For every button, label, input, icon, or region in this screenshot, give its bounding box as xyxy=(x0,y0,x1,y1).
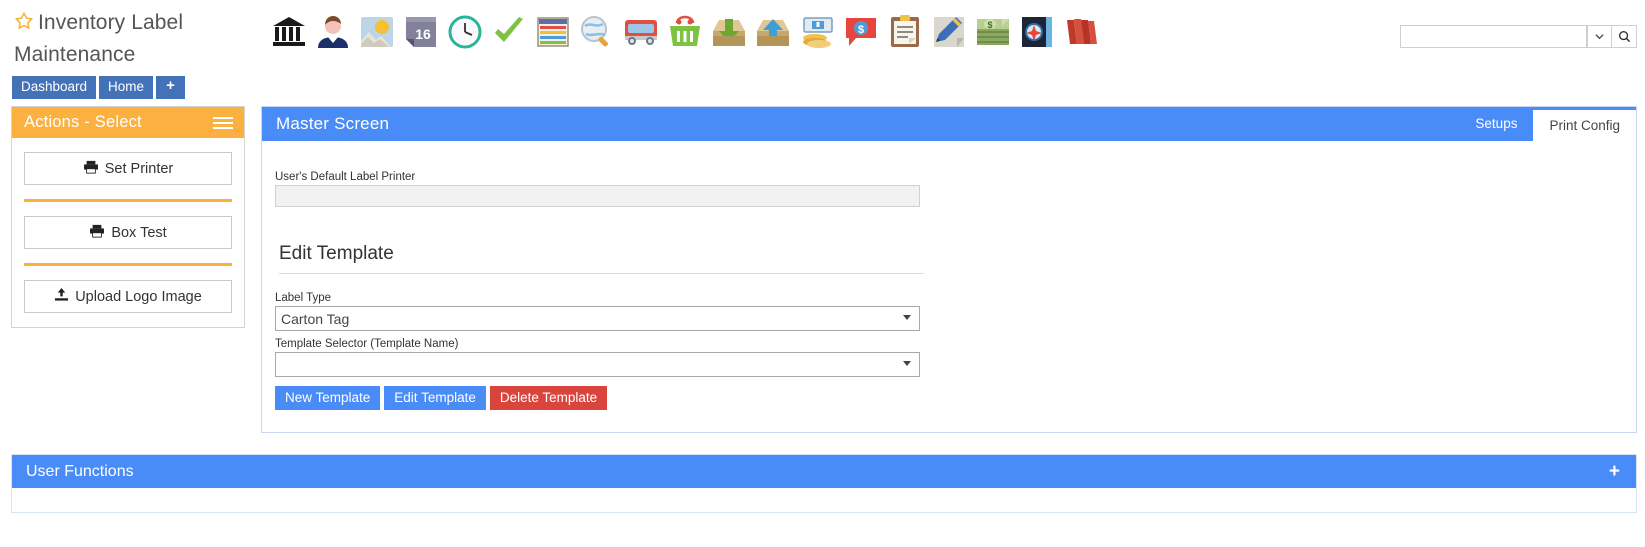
page-root: Inventory Label Maintenance 16 $ $ Dashb… xyxy=(0,0,1645,547)
set-printer-label: Set Printer xyxy=(104,160,174,177)
search-globe-icon[interactable] xyxy=(579,14,615,50)
label-type-label: Label Type xyxy=(275,292,332,304)
compass-book-icon[interactable] xyxy=(1019,14,1055,50)
template-selector-label: Template Selector (Template Name) xyxy=(275,338,459,350)
actions-divider-2 xyxy=(24,263,232,266)
truck-icon[interactable] xyxy=(623,14,659,50)
nav-tab-add-button[interactable]: + xyxy=(156,76,185,99)
master-screen-body: User's Default Label Printer Edit Templa… xyxy=(262,141,1636,410)
top-bar: Inventory Label Maintenance 16 $ $ Dashb… xyxy=(0,0,1645,99)
template-button-row: New Template Edit Template Delete Templa… xyxy=(275,386,1636,410)
box-test-label: Box Test xyxy=(111,224,167,241)
nav-tabs: Dashboard Home + xyxy=(12,76,185,99)
hamburger-icon[interactable] xyxy=(213,116,233,129)
checkmark-icon[interactable] xyxy=(491,14,527,50)
default-printer-input[interactable] xyxy=(275,185,920,207)
printer-icon xyxy=(89,224,105,242)
tab-setups[interactable]: Setups xyxy=(1459,107,1533,141)
outbox-upload-icon[interactable] xyxy=(755,14,791,50)
template-selector-wrap xyxy=(275,352,920,377)
bank-icon[interactable] xyxy=(271,14,307,50)
upload-logo-image-button[interactable]: Upload Logo Image xyxy=(24,280,232,313)
search-box xyxy=(1400,25,1637,48)
edit-template-button[interactable]: Edit Template xyxy=(384,386,486,410)
user-functions-panel: User Functions + xyxy=(11,454,1637,513)
star-icon xyxy=(14,10,34,40)
user-functions-body xyxy=(12,488,1636,512)
actions-panel: Actions - Select Set Printer Box Test Up… xyxy=(11,106,245,328)
actions-panel-body: Set Printer Box Test Upload Logo Image xyxy=(12,138,244,327)
red-books-icon[interactable] xyxy=(1063,14,1099,50)
label-type-select-wrap: Carton Tag xyxy=(275,306,920,331)
user-functions-header: User Functions + xyxy=(12,455,1636,488)
actions-panel-header: Actions - Select xyxy=(12,107,244,138)
search-input[interactable] xyxy=(1400,25,1587,48)
tab-print-config[interactable]: Print Config xyxy=(1533,110,1636,141)
edit-template-heading: Edit Template xyxy=(279,243,394,264)
pencil-edit-icon[interactable] xyxy=(931,14,967,50)
cash-payment-icon[interactable] xyxy=(799,14,835,50)
price-tag-dollar-icon[interactable]: $ xyxy=(843,14,879,50)
nav-tab-home[interactable]: Home xyxy=(99,76,154,99)
default-printer-label: User's Default Label Printer xyxy=(275,171,416,183)
page-title-text: Inventory Label Maintenance xyxy=(14,11,184,66)
upload-icon xyxy=(54,287,69,306)
upload-logo-image-label: Upload Logo Image xyxy=(75,288,202,305)
svg-text:$: $ xyxy=(987,20,992,30)
user-functions-title: User Functions xyxy=(26,462,134,480)
clipboard-icon[interactable] xyxy=(887,14,923,50)
actions-panel-title: Actions - Select xyxy=(24,113,142,131)
master-tabs: Setups Print Config xyxy=(1459,107,1636,141)
master-screen-header: Master Screen Setups Print Config xyxy=(262,107,1636,141)
printer-icon xyxy=(83,160,99,178)
label-type-select[interactable]: Carton Tag xyxy=(275,306,920,331)
delete-template-button[interactable]: Delete Template xyxy=(489,386,608,410)
nav-tab-dashboard[interactable]: Dashboard xyxy=(12,76,97,99)
new-template-button[interactable]: New Template xyxy=(275,386,381,410)
edit-template-rule xyxy=(279,273,924,274)
actions-divider-1 xyxy=(24,199,232,202)
clock-icon[interactable] xyxy=(447,14,483,50)
master-screen-panel: Master Screen Setups Print Config User's… xyxy=(261,106,1637,433)
spreadsheet-icon[interactable] xyxy=(535,14,571,50)
page-title: Inventory Label Maintenance xyxy=(14,8,254,70)
money-icon[interactable]: $ xyxy=(975,14,1011,50)
search-dropdown-button[interactable] xyxy=(1587,25,1612,48)
chevron-down-icon xyxy=(1595,34,1604,40)
calendar-16-icon[interactable]: 16 xyxy=(403,14,439,50)
master-screen-title: Master Screen xyxy=(276,114,390,133)
set-printer-button[interactable]: Set Printer xyxy=(24,152,232,185)
template-selector-select[interactable] xyxy=(275,352,920,377)
shopping-basket-icon[interactable] xyxy=(667,14,703,50)
print-config-form: User's Default Label Printer Edit Templa… xyxy=(268,171,1636,410)
user-functions-add-button[interactable]: + xyxy=(1609,462,1620,481)
search-submit-button[interactable] xyxy=(1612,25,1637,48)
svg-text:$: $ xyxy=(858,24,864,36)
icon-toolbar: 16 $ $ xyxy=(271,14,1099,50)
user-icon[interactable] xyxy=(315,14,351,50)
box-test-button[interactable]: Box Test xyxy=(24,216,232,249)
search-icon xyxy=(1618,30,1630,43)
svg-text:16: 16 xyxy=(415,26,431,42)
inbox-download-icon[interactable] xyxy=(711,14,747,50)
image-icon[interactable] xyxy=(359,14,395,50)
